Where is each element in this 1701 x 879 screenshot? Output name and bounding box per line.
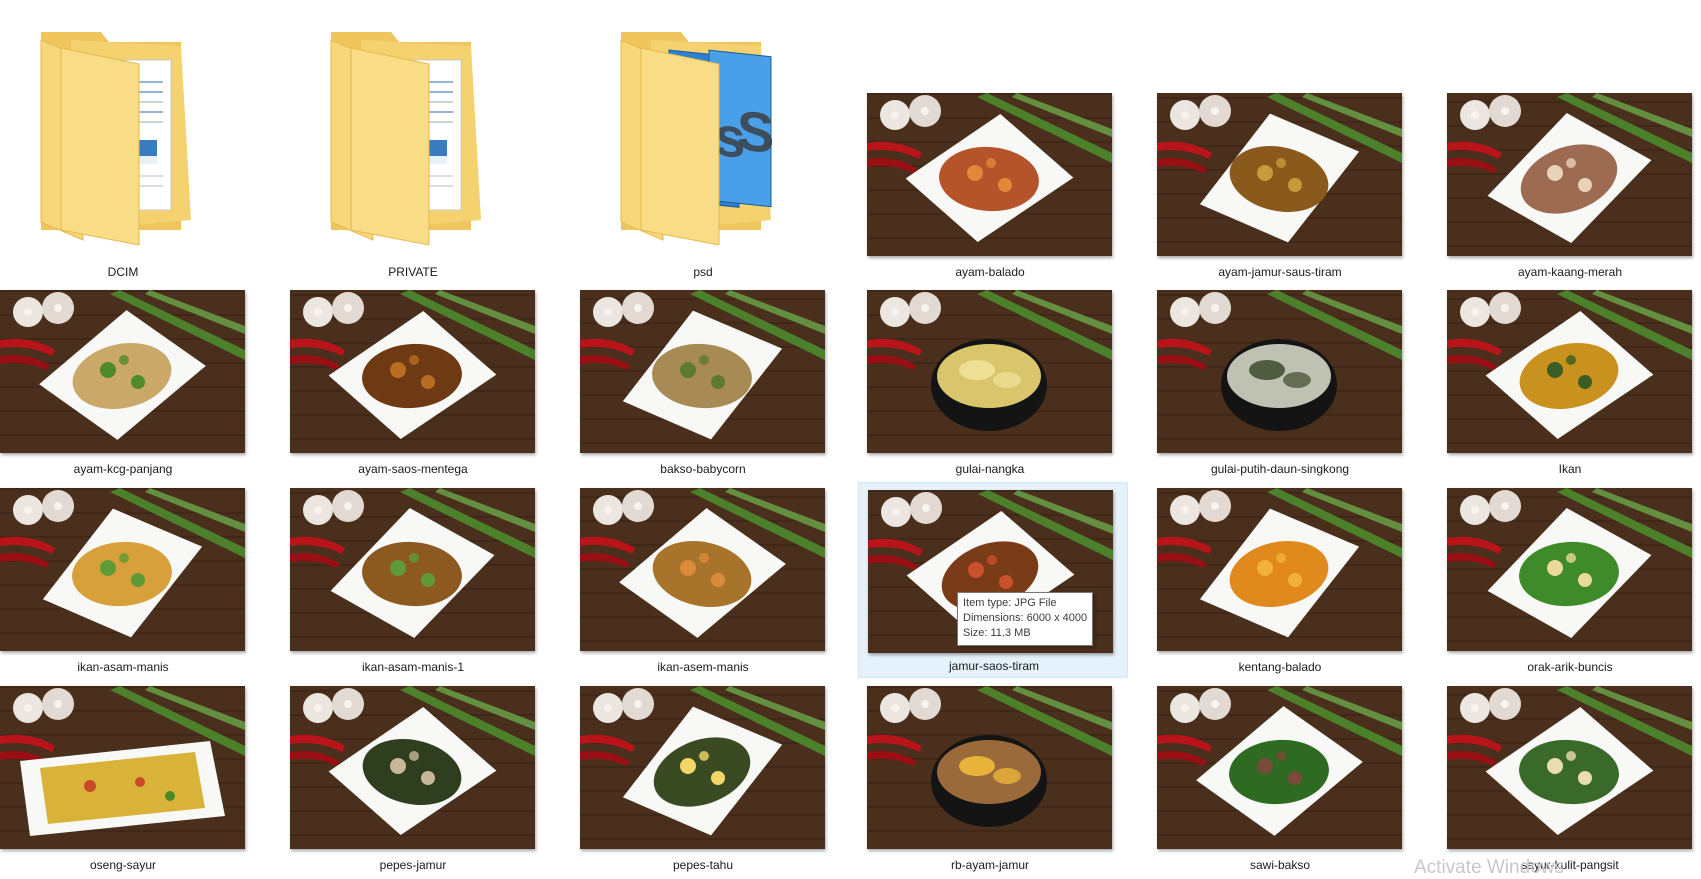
photoshop-folder-icon: Ps S (611, 30, 856, 245)
item-tooltip: Item type: JPG File Dimensions: 6000 x 4… (957, 592, 1094, 646)
image-file-item[interactable]: sayur-kulit-pangsit (1418, 596, 1698, 879)
file-icon-grid: DCIM PRIVATE Ps (0, 0, 1701, 878)
image-file-item[interactable]: sawi-bakso (1128, 596, 1408, 879)
image-thumbnail (1447, 686, 1692, 849)
tooltip-item-type: Item type: JPG File (963, 597, 1057, 609)
image-thumbnail (867, 686, 1112, 849)
documents-folder-icon (321, 30, 566, 245)
tooltip-dimensions: Dimensions: 6000 x 4000 (963, 612, 1088, 624)
image-file-item[interactable]: pepes-jamur (261, 596, 541, 879)
file-name-label: pepes-jamur (379, 858, 447, 872)
file-name-label: sawi-bakso (1249, 858, 1311, 872)
svg-text:S: S (737, 98, 774, 165)
image-file-item[interactable]: pepes-tahu (551, 596, 831, 879)
file-name-label: pepes-tahu (672, 858, 734, 872)
image-file-item[interactable]: oseng-sayur (0, 596, 251, 879)
activate-windows-watermark: Activate Windows (1414, 857, 1564, 878)
documents-folder-icon (31, 30, 276, 245)
image-thumbnail (1157, 686, 1402, 849)
image-file-item[interactable]: gulai-nangka (838, 200, 1118, 490)
image-thumbnail (580, 686, 825, 849)
image-thumbnail (0, 686, 245, 849)
file-name-label: rb-ayam-jamur (950, 858, 1029, 872)
tooltip-size: Size: 11.3 MB (963, 627, 1031, 639)
file-name-label: gulai-nangka (955, 462, 1025, 476)
image-thumbnail (867, 290, 1112, 453)
image-thumbnail (290, 686, 535, 849)
file-name-label: oseng-sayur (89, 858, 157, 872)
